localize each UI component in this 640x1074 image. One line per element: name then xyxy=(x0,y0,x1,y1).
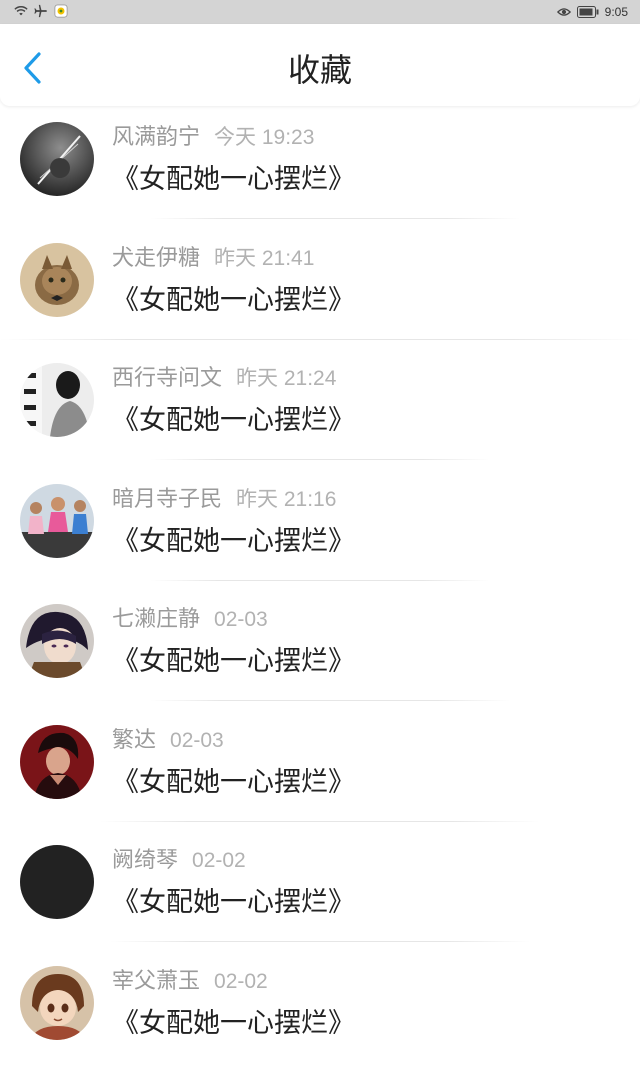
page-title: 收藏 xyxy=(0,50,640,90)
avatar xyxy=(20,966,94,1040)
item-time: 02-03 xyxy=(170,729,224,752)
item-time: 02-02 xyxy=(214,970,268,993)
divider xyxy=(150,218,520,219)
book-title: 《女配她一心摆烂》 xyxy=(112,1006,355,1042)
divider xyxy=(100,821,540,822)
list-item[interactable]: 繁达 02-03 《女配她一心摆烂》 xyxy=(0,713,640,834)
item-meta: 西行寺问文昨天 21:24 xyxy=(112,365,336,393)
divider xyxy=(150,700,510,701)
user-name: 繁达 xyxy=(112,728,156,753)
avatar xyxy=(20,122,94,196)
eye-icon xyxy=(557,5,571,19)
item-time: 昨天 21:41 xyxy=(214,247,314,270)
list-item[interactable]: 西行寺问文昨天 21:24 《女配她一心摆烂》 xyxy=(0,351,640,472)
battery-icon xyxy=(577,6,599,18)
book-title: 《女配她一心摆烂》 xyxy=(112,162,355,198)
divider xyxy=(150,459,490,460)
airplane-icon xyxy=(34,4,48,18)
user-name: 暗月寺子民 xyxy=(112,487,222,512)
avatar xyxy=(20,243,94,317)
item-meta: 犬走伊糖昨天 21:41 xyxy=(112,245,314,273)
status-right-icons: 9:05 xyxy=(557,4,628,20)
book-title: 《女配她一心摆烂》 xyxy=(112,644,355,680)
item-meta: 暗月寺子民昨天 21:16 xyxy=(112,486,336,514)
list-item[interactable]: 犬走伊糖昨天 21:41 《女配她一心摆烂》 xyxy=(0,231,640,352)
status-left-icons xyxy=(14,4,68,18)
item-meta: 七濑庄静 02-03 xyxy=(112,606,268,634)
user-name: 宰父萧玉 xyxy=(112,969,200,994)
avatar xyxy=(20,725,94,799)
list-item[interactable]: 阙绮琴 02-02 《女配她一心摆烂》 xyxy=(0,833,640,954)
item-time: 02-03 xyxy=(214,608,268,631)
favorites-list: 风满韵宁今天 19:23 《女配她一心摆烂》 犬走伊糖昨天 21:41 《女配她… xyxy=(0,110,640,1074)
list-item[interactable]: 七濑庄静 02-03 《女配她一心摆烂》 xyxy=(0,592,640,713)
avatar xyxy=(20,604,94,678)
list-item[interactable]: 暗月寺子民昨天 21:16 《女配她一心摆烂》 xyxy=(0,472,640,593)
item-meta: 风满韵宁今天 19:23 xyxy=(112,124,314,152)
wifi-icon xyxy=(14,4,28,18)
header-bar: 收藏 xyxy=(0,24,640,106)
list-item[interactable]: 风满韵宁今天 19:23 《女配她一心摆烂》 xyxy=(0,110,640,231)
avatar xyxy=(20,845,94,919)
user-name: 风满韵宁 xyxy=(112,125,200,150)
user-name: 阙绮琴 xyxy=(112,848,178,873)
divider xyxy=(150,580,490,581)
list-item[interactable]: 宰父萧玉 02-02 《女配她一心摆烂》 xyxy=(0,954,640,1074)
book-title: 《女配她一心摆烂》 xyxy=(112,765,355,801)
avatar xyxy=(20,484,94,558)
app-notification-icon xyxy=(54,4,68,18)
book-title: 《女配她一心摆烂》 xyxy=(112,283,355,319)
user-name: 犬走伊糖 xyxy=(112,246,200,271)
item-time: 02-02 xyxy=(192,849,246,872)
divider xyxy=(0,339,640,340)
item-time: 今天 19:23 xyxy=(214,126,314,149)
item-time: 昨天 21:24 xyxy=(236,367,336,390)
status-bar: 9:05 xyxy=(0,0,640,24)
book-title: 《女配她一心摆烂》 xyxy=(112,885,355,921)
user-name: 七濑庄静 xyxy=(112,607,200,632)
item-meta: 阙绮琴 02-02 xyxy=(112,847,246,875)
divider xyxy=(110,941,530,942)
item-time: 昨天 21:16 xyxy=(236,488,336,511)
avatar xyxy=(20,363,94,437)
item-meta: 宰父萧玉 02-02 xyxy=(112,968,268,996)
item-meta: 繁达 02-03 xyxy=(112,727,224,755)
book-title: 《女配她一心摆烂》 xyxy=(112,524,355,560)
status-time: 9:05 xyxy=(605,4,628,20)
user-name: 西行寺问文 xyxy=(112,366,222,391)
book-title: 《女配她一心摆烂》 xyxy=(112,403,355,439)
